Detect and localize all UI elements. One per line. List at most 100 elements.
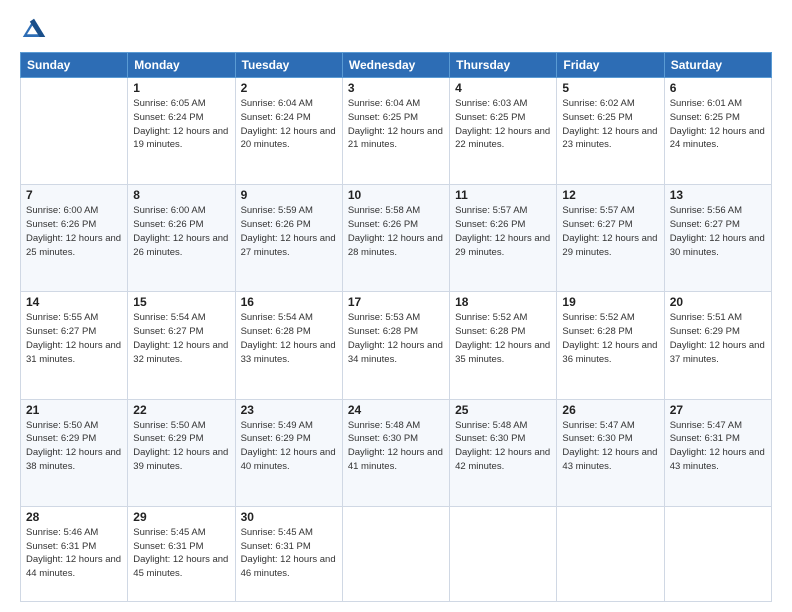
day-number: 16 bbox=[241, 295, 337, 309]
calendar-cell: 29 Sunrise: 5:45 AM Sunset: 6:31 PM Dayli… bbox=[128, 506, 235, 601]
logo-icon bbox=[20, 16, 48, 44]
calendar-cell: 22 Sunrise: 5:50 AM Sunset: 6:29 PM Dayli… bbox=[128, 399, 235, 506]
calendar-cell: 4 Sunrise: 6:03 AM Sunset: 6:25 PM Daylig… bbox=[450, 78, 557, 185]
header bbox=[20, 16, 772, 44]
day-number: 13 bbox=[670, 188, 766, 202]
day-number: 19 bbox=[562, 295, 658, 309]
day-number: 30 bbox=[241, 510, 337, 524]
calendar-cell: 8Sunrise: 6:00 AM Sunset: 6:26 PM Daylig… bbox=[128, 185, 235, 292]
day-number: 22 bbox=[133, 403, 229, 417]
day-number: 11 bbox=[455, 188, 551, 202]
day-number: 18 bbox=[455, 295, 551, 309]
calendar-cell: 11 Sunrise: 5:57 AM Sunset: 6:26 PM Dayli… bbox=[450, 185, 557, 292]
calendar-header-thursday: Thursday bbox=[450, 53, 557, 78]
day-info: Sunrise: 5:45 AM Sunset: 6:31 PM Dayligh… bbox=[133, 526, 229, 581]
day-number: 10 bbox=[348, 188, 444, 202]
calendar-cell: 13 Sunrise: 5:56 AM Sunset: 6:27 PM Dayli… bbox=[664, 185, 771, 292]
day-number: 7 bbox=[26, 188, 122, 202]
day-info: Sunrise: 5:55 AM Sunset: 6:27 PM Dayligh… bbox=[26, 311, 122, 366]
calendar-cell bbox=[21, 78, 128, 185]
day-info: Sunrise: 5:53 AM Sunset: 6:28 PM Dayligh… bbox=[348, 311, 444, 366]
calendar-cell: 28Sunrise: 5:46 AM Sunset: 6:31 PM Dayli… bbox=[21, 506, 128, 601]
day-number: 4 bbox=[455, 81, 551, 95]
day-info: Sunrise: 5:45 AM Sunset: 6:31 PM Dayligh… bbox=[241, 526, 337, 581]
day-info: Sunrise: 6:00 AM Sunset: 6:26 PM Dayligh… bbox=[133, 204, 229, 259]
day-number: 27 bbox=[670, 403, 766, 417]
calendar-cell: 26 Sunrise: 5:47 AM Sunset: 6:30 PM Dayli… bbox=[557, 399, 664, 506]
day-number: 14 bbox=[26, 295, 122, 309]
calendar-cell bbox=[450, 506, 557, 601]
calendar-cell: 17 Sunrise: 5:53 AM Sunset: 6:28 PM Dayli… bbox=[342, 292, 449, 399]
calendar-header-row: SundayMondayTuesdayWednesdayThursdayFrid… bbox=[21, 53, 772, 78]
day-number: 29 bbox=[133, 510, 229, 524]
day-info: Sunrise: 5:49 AM Sunset: 6:29 PM Dayligh… bbox=[241, 419, 337, 474]
calendar-header-wednesday: Wednesday bbox=[342, 53, 449, 78]
day-number: 17 bbox=[348, 295, 444, 309]
calendar-cell: 19 Sunrise: 5:52 AM Sunset: 6:28 PM Dayli… bbox=[557, 292, 664, 399]
calendar-cell: 18 Sunrise: 5:52 AM Sunset: 6:28 PM Dayli… bbox=[450, 292, 557, 399]
day-number: 15 bbox=[133, 295, 229, 309]
calendar-header-sunday: Sunday bbox=[21, 53, 128, 78]
day-info: Sunrise: 5:47 AM Sunset: 6:31 PM Dayligh… bbox=[670, 419, 766, 474]
calendar-cell: 7 Sunrise: 6:00 AM Sunset: 6:26 PM Daylig… bbox=[21, 185, 128, 292]
day-number: 26 bbox=[562, 403, 658, 417]
day-number: 12 bbox=[562, 188, 658, 202]
day-info: Sunrise: 5:57 AM Sunset: 6:26 PM Dayligh… bbox=[455, 204, 551, 259]
day-number: 23 bbox=[241, 403, 337, 417]
calendar-cell: 20 Sunrise: 5:51 AM Sunset: 6:29 PM Dayli… bbox=[664, 292, 771, 399]
calendar-cell: 27 Sunrise: 5:47 AM Sunset: 6:31 PM Dayli… bbox=[664, 399, 771, 506]
day-info: Sunrise: 5:48 AM Sunset: 6:30 PM Dayligh… bbox=[348, 419, 444, 474]
calendar-cell: 23 Sunrise: 5:49 AM Sunset: 6:29 PM Dayli… bbox=[235, 399, 342, 506]
calendar-cell: 25 Sunrise: 5:48 AM Sunset: 6:30 PM Dayli… bbox=[450, 399, 557, 506]
calendar-week-row: 1Sunrise: 6:05 AM Sunset: 6:24 PM Daylig… bbox=[21, 78, 772, 185]
calendar-week-row: 21Sunrise: 5:50 AM Sunset: 6:29 PM Dayli… bbox=[21, 399, 772, 506]
day-info: Sunrise: 5:52 AM Sunset: 6:28 PM Dayligh… bbox=[562, 311, 658, 366]
day-info: Sunrise: 5:54 AM Sunset: 6:28 PM Dayligh… bbox=[241, 311, 337, 366]
calendar-header-monday: Monday bbox=[128, 53, 235, 78]
logo bbox=[20, 16, 52, 44]
day-info: Sunrise: 6:05 AM Sunset: 6:24 PM Dayligh… bbox=[133, 97, 229, 152]
day-info: Sunrise: 5:50 AM Sunset: 6:29 PM Dayligh… bbox=[26, 419, 122, 474]
day-number: 20 bbox=[670, 295, 766, 309]
calendar-cell: 24 Sunrise: 5:48 AM Sunset: 6:30 PM Dayli… bbox=[342, 399, 449, 506]
calendar-cell: 12Sunrise: 5:57 AM Sunset: 6:27 PM Dayli… bbox=[557, 185, 664, 292]
calendar-week-row: 14 Sunrise: 5:55 AM Sunset: 6:27 PM Dayli… bbox=[21, 292, 772, 399]
day-info: Sunrise: 5:47 AM Sunset: 6:30 PM Dayligh… bbox=[562, 419, 658, 474]
day-number: 6 bbox=[670, 81, 766, 95]
calendar-cell: 3Sunrise: 6:04 AM Sunset: 6:25 PM Daylig… bbox=[342, 78, 449, 185]
page: SundayMondayTuesdayWednesdayThursdayFrid… bbox=[0, 0, 792, 612]
calendar-cell: 21Sunrise: 5:50 AM Sunset: 6:29 PM Dayli… bbox=[21, 399, 128, 506]
day-info: Sunrise: 6:04 AM Sunset: 6:24 PM Dayligh… bbox=[241, 97, 337, 152]
day-number: 28 bbox=[26, 510, 122, 524]
calendar-header-saturday: Saturday bbox=[664, 53, 771, 78]
day-number: 5 bbox=[562, 81, 658, 95]
day-info: Sunrise: 5:56 AM Sunset: 6:27 PM Dayligh… bbox=[670, 204, 766, 259]
day-info: Sunrise: 5:51 AM Sunset: 6:29 PM Dayligh… bbox=[670, 311, 766, 366]
day-info: Sunrise: 6:00 AM Sunset: 6:26 PM Dayligh… bbox=[26, 204, 122, 259]
calendar-cell: 30 Sunrise: 5:45 AM Sunset: 6:31 PM Dayli… bbox=[235, 506, 342, 601]
day-number: 2 bbox=[241, 81, 337, 95]
day-number: 9 bbox=[241, 188, 337, 202]
calendar-cell bbox=[664, 506, 771, 601]
day-info: Sunrise: 5:59 AM Sunset: 6:26 PM Dayligh… bbox=[241, 204, 337, 259]
day-info: Sunrise: 6:03 AM Sunset: 6:25 PM Dayligh… bbox=[455, 97, 551, 152]
calendar-cell: 10 Sunrise: 5:58 AM Sunset: 6:26 PM Dayli… bbox=[342, 185, 449, 292]
day-info: Sunrise: 5:58 AM Sunset: 6:26 PM Dayligh… bbox=[348, 204, 444, 259]
calendar-cell bbox=[342, 506, 449, 601]
calendar-cell: 2 Sunrise: 6:04 AM Sunset: 6:24 PM Daylig… bbox=[235, 78, 342, 185]
calendar-cell: 9 Sunrise: 5:59 AM Sunset: 6:26 PM Daylig… bbox=[235, 185, 342, 292]
calendar-cell: 16 Sunrise: 5:54 AM Sunset: 6:28 PM Dayli… bbox=[235, 292, 342, 399]
calendar-header-tuesday: Tuesday bbox=[235, 53, 342, 78]
day-info: Sunrise: 5:48 AM Sunset: 6:30 PM Dayligh… bbox=[455, 419, 551, 474]
day-info: Sunrise: 5:52 AM Sunset: 6:28 PM Dayligh… bbox=[455, 311, 551, 366]
calendar-table: SundayMondayTuesdayWednesdayThursdayFrid… bbox=[20, 52, 772, 602]
calendar-cell: 15 Sunrise: 5:54 AM Sunset: 6:27 PM Dayli… bbox=[128, 292, 235, 399]
day-info: Sunrise: 5:50 AM Sunset: 6:29 PM Dayligh… bbox=[133, 419, 229, 474]
day-number: 24 bbox=[348, 403, 444, 417]
day-info: Sunrise: 6:02 AM Sunset: 6:25 PM Dayligh… bbox=[562, 97, 658, 152]
calendar-cell: 5 Sunrise: 6:02 AM Sunset: 6:25 PM Daylig… bbox=[557, 78, 664, 185]
day-number: 25 bbox=[455, 403, 551, 417]
day-info: Sunrise: 5:54 AM Sunset: 6:27 PM Dayligh… bbox=[133, 311, 229, 366]
calendar-cell: 14 Sunrise: 5:55 AM Sunset: 6:27 PM Dayli… bbox=[21, 292, 128, 399]
calendar-header-friday: Friday bbox=[557, 53, 664, 78]
